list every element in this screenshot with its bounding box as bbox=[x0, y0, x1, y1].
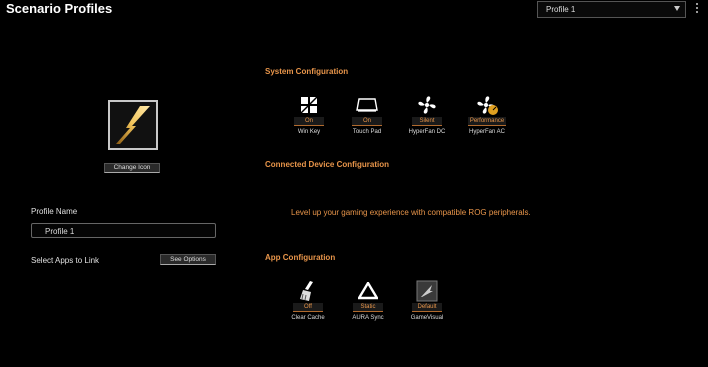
hyperfan-ac-label: HyperFan AC bbox=[468, 129, 505, 135]
peripherals-message: Level up your gaming experience with com… bbox=[291, 208, 531, 217]
select-apps-label: Select Apps to Link bbox=[31, 256, 100, 265]
clear-cache-icon bbox=[300, 281, 313, 301]
win-key-state: On bbox=[294, 117, 324, 126]
touch-pad-label: Touch Pad bbox=[352, 129, 382, 135]
tile-hyperfan-dc[interactable]: Silent HyperFan DC bbox=[407, 93, 447, 135]
profile-icon-preview bbox=[108, 100, 158, 150]
see-options-button[interactable]: See Options bbox=[160, 254, 216, 265]
tile-gamevisual[interactable]: Default GameVisual bbox=[407, 279, 447, 321]
more-options-icon[interactable] bbox=[695, 3, 699, 15]
profile-dropdown-value: Profile 1 bbox=[546, 5, 576, 14]
profile-dropdown[interactable]: Profile 1 bbox=[537, 1, 686, 18]
rog-slash-icon bbox=[116, 106, 150, 144]
hyperfan-dc-state: Silent bbox=[412, 117, 442, 126]
tile-clear-cache[interactable]: Off Clear Cache bbox=[288, 279, 328, 321]
tile-touch-pad[interactable]: On Touch Pad bbox=[347, 93, 387, 135]
win-key-label: Win Key bbox=[297, 129, 321, 135]
clear-cache-state: Off bbox=[293, 303, 323, 312]
windows-key-icon bbox=[300, 96, 318, 114]
touch-pad-state: On bbox=[352, 117, 382, 126]
clear-cache-label: Clear Cache bbox=[291, 315, 325, 321]
aura-sync-label: AURA Sync bbox=[352, 315, 384, 321]
profile-name-input[interactable]: Profile 1 bbox=[31, 223, 216, 238]
gamevisual-state: Default bbox=[412, 303, 442, 312]
change-icon-button[interactable]: Change Icon bbox=[104, 163, 160, 173]
app-configuration-title: App Configuration bbox=[265, 253, 336, 262]
fan-performance-icon bbox=[477, 96, 498, 115]
touchpad-icon bbox=[356, 98, 378, 112]
hyperfan-ac-state: Performance bbox=[468, 117, 506, 126]
gamevisual-label: GameVisual bbox=[410, 315, 444, 321]
hyperfan-dc-label: HyperFan DC bbox=[408, 129, 446, 135]
connected-device-title: Connected Device Configuration bbox=[265, 160, 390, 169]
tile-hyperfan-ac[interactable]: Performance HyperFan AC bbox=[467, 93, 507, 135]
tile-win-key[interactable]: On Win Key bbox=[289, 93, 329, 135]
aura-sync-icon bbox=[358, 282, 378, 300]
system-configuration-title: System Configuration bbox=[265, 67, 349, 76]
chevron-down-icon bbox=[674, 6, 680, 11]
profile-name-label: Profile Name bbox=[31, 207, 78, 216]
page-title: Scenario Profiles bbox=[6, 1, 113, 16]
gamevisual-icon bbox=[416, 280, 438, 302]
tile-aura-sync[interactable]: Static AURA Sync bbox=[348, 279, 388, 321]
fan-icon bbox=[418, 96, 436, 114]
aura-sync-state: Static bbox=[353, 303, 383, 312]
